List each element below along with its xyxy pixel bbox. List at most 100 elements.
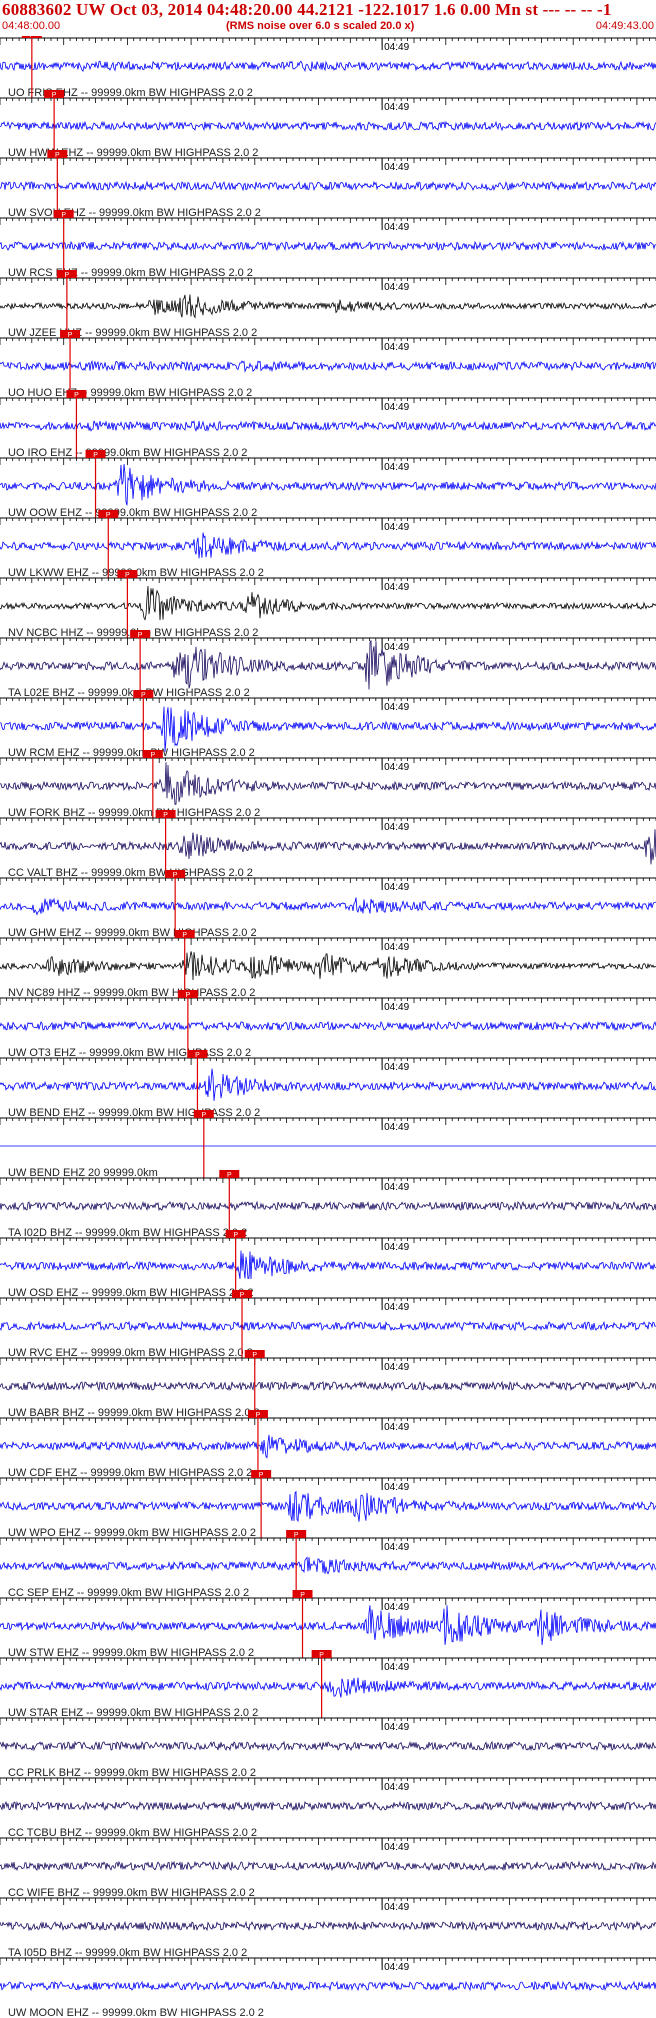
minute-label: 04:49: [384, 282, 409, 293]
waveform: [0, 1320, 656, 1332]
time-ticks: [0, 1778, 656, 1785]
time-ticks: [0, 218, 656, 225]
station-label: UW RCM EHZ -- 99999.0km BW HIGHPASS 2.0 …: [8, 747, 255, 759]
waveform: [0, 60, 656, 73]
time-ticks: [0, 1718, 656, 1725]
pick-label: P: [163, 812, 168, 819]
time-ticks: [0, 458, 656, 465]
station-label: UW RCS EHZ -- 99999.0km BW HIGHPASS 2.0 …: [8, 267, 253, 279]
minute-label: 04:49: [384, 222, 409, 233]
time-ticks: [0, 158, 656, 165]
time-ticks: [0, 818, 656, 825]
minute-label: 04:49: [384, 642, 409, 653]
pick-label: P: [182, 932, 187, 939]
time-ticks: [0, 938, 656, 945]
station-label: TA L02E BHZ -- 99999.0km BW HIGHPASS 2.0…: [8, 687, 250, 699]
station-label: UW OOW EHZ -- 99999.0km BW HIGHPASS 2.0 …: [8, 507, 257, 519]
waveform: [0, 585, 656, 621]
waveform: [0, 464, 656, 506]
pick-label: P: [74, 392, 79, 399]
waveform: [0, 532, 656, 559]
station-label: UO IRO EHZ -- 99999.0km BW HIGHPASS 2.0 …: [8, 447, 247, 459]
pick-label: P: [252, 1352, 257, 1359]
waveform: [0, 1980, 656, 1992]
time-ticks: [0, 1538, 656, 1545]
pick-label: P: [319, 1652, 324, 1659]
waveform: [0, 1250, 656, 1280]
time-ticks: [0, 38, 656, 45]
pick-label: P: [240, 1292, 245, 1299]
minute-label: 04:49: [384, 1902, 409, 1913]
station-label: UW STW EHZ -- 99999.0km BW HIGHPASS 2.0 …: [8, 1647, 254, 1659]
pick-label: P: [52, 92, 57, 99]
waveform: [0, 1677, 656, 1698]
pick-label: P: [256, 1412, 261, 1419]
station-label: UW BABR BHZ -- 99999.0km BW HIGHPASS 2.0…: [8, 1407, 260, 1419]
waveform: [0, 420, 656, 432]
minute-label: 04:49: [384, 1722, 409, 1733]
minute-label: 04:49: [384, 702, 409, 713]
pick-label: P: [68, 332, 73, 339]
waveform: [0, 1380, 656, 1392]
event-title: 60883602 UW Oct 03, 2014 04:48:20.00 44.…: [2, 0, 612, 19]
station-label: UW BEND EHZ -- 99999.0km BW HIGHPASS 2.0…: [8, 1107, 260, 1119]
time-ticks: [0, 1358, 656, 1365]
time-ticks: [0, 518, 656, 525]
start-time: 04:48:00.00: [2, 20, 61, 32]
minute-label: 04:49: [384, 1242, 409, 1253]
waveform: [0, 1200, 656, 1212]
waveform: [0, 706, 656, 752]
waveform: [0, 897, 656, 916]
time-ticks: [0, 1958, 656, 1965]
waveform: [0, 1020, 656, 1032]
minute-label: 04:49: [384, 1962, 409, 1973]
minute-label: 04:49: [384, 1182, 409, 1193]
station-label: NV NC89 HHZ -- 99999.0km BW HIGHPASS 2.0…: [8, 987, 255, 999]
time-ticks: [0, 1898, 656, 1905]
end-time: 04:49:43.00: [595, 20, 654, 32]
minute-label: 04:49: [384, 462, 409, 473]
time-ticks: [0, 1478, 656, 1485]
pick-label: P: [138, 632, 143, 639]
station-label: UW GHW EHZ -- 99999.0km BW HIGHPASS 2.0 …: [8, 927, 257, 939]
station-label: UW FORK BHZ -- 99999.0km BW HIGHPASS 2.0…: [8, 807, 260, 819]
waveform: [0, 640, 656, 690]
station-label: CC SEP EHZ -- 99999.0km BW HIGHPASS 2.0 …: [8, 1587, 249, 1599]
time-ticks: [0, 698, 656, 705]
time-ticks: [0, 578, 656, 585]
minute-label: 04:49: [384, 1422, 409, 1433]
time-ticks: [0, 998, 656, 1005]
pick-label: P: [93, 452, 98, 459]
station-label: UW SVOH EHZ -- 99999.0km BW HIGHPASS 2.0…: [8, 207, 261, 219]
station-label: CC VALT BHZ -- 99999.0km BW HIGHPASS 2.0…: [8, 867, 253, 879]
station-label: UW WPO EHZ -- 99999.0km BW HIGHPASS 2.0 …: [8, 1527, 256, 1539]
waveform: [0, 951, 656, 981]
waveform: [0, 294, 656, 319]
minute-label: 04:49: [384, 1662, 409, 1673]
pick-label: P: [173, 872, 178, 879]
waveform: [0, 240, 656, 252]
pick-label: P: [125, 572, 130, 579]
minute-label: 04:49: [384, 1062, 409, 1073]
waveform: [0, 1740, 656, 1752]
time-ticks: [0, 1658, 656, 1665]
pick-label: P: [151, 752, 156, 759]
station-label: UW MOON EHZ -- 99999.0km BW HIGHPASS 2.0…: [8, 2007, 264, 2018]
station-label: UW RVC EHZ -- 99999.0km BW HIGHPASS 2.0 …: [8, 1347, 253, 1359]
waveform: [0, 1556, 656, 1575]
time-ticks: [0, 1598, 656, 1605]
station-label: TA I02D BHZ -- 99999.0km BW HIGHPASS 2.0…: [8, 1227, 247, 1239]
minute-label: 04:49: [384, 762, 409, 773]
pick-label: P: [227, 1172, 232, 1179]
minute-label: 04:49: [384, 102, 409, 113]
station-label: UO HUO EHZ -- 99999.0km BW HIGHPASS 2.0 …: [8, 387, 252, 399]
waveform: [0, 1434, 656, 1459]
time-ticks: [0, 1118, 656, 1125]
minute-label: 04:49: [384, 1542, 409, 1553]
time-ticks: [0, 1178, 656, 1185]
time-ticks: [0, 1418, 656, 1425]
waveform: [0, 120, 656, 132]
station-label: UW STAR EHZ -- 99999.0km BW HIGHPASS 2.0…: [8, 1707, 258, 1719]
minute-label: 04:49: [384, 942, 409, 953]
waveform: [0, 1920, 656, 1932]
